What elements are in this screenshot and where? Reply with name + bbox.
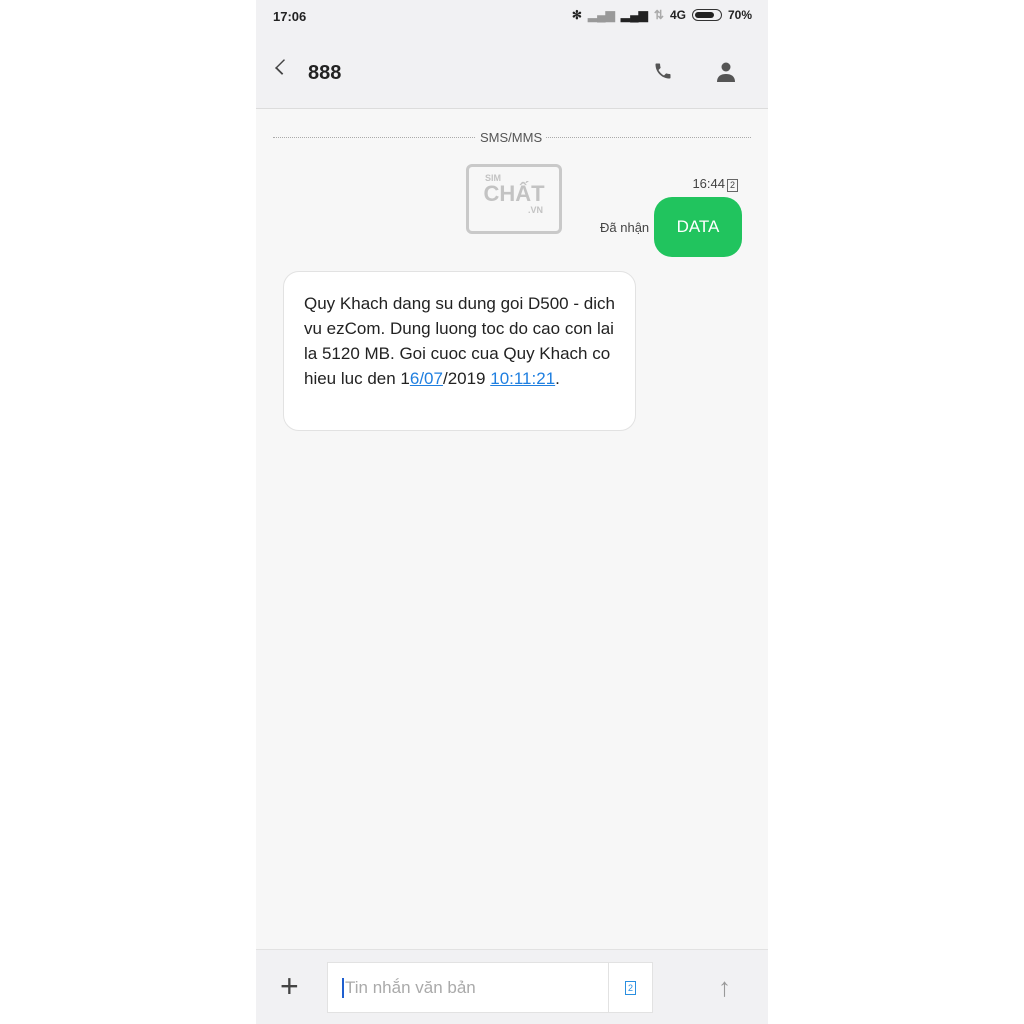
send-arrow-icon[interactable]: ↑ — [718, 972, 731, 1003]
bluetooth-icon: ✻ — [571, 8, 582, 22]
sent-time: 16:44 — [692, 176, 725, 191]
add-attachment-icon[interactable]: + — [280, 970, 299, 1002]
date-link[interactable]: 6/07 — [410, 369, 443, 388]
input-placeholder: Tin nhắn văn bản — [345, 977, 476, 997]
data-arrows-icon: ⇅ — [653, 8, 664, 22]
delivery-status: Đã nhận — [600, 220, 650, 235]
signal-icon-2: ▂▄▆ — [620, 8, 648, 22]
message-text-2: /2019 — [442, 369, 491, 388]
conversation-title: 888 — [308, 62, 342, 84]
received-message-bubble[interactable]: Quy Khach dang su dung goi D500 - dich v… — [283, 271, 636, 431]
network-type: 4G — [669, 8, 686, 22]
sim-icon: 2 — [625, 980, 636, 995]
status-time: 17:06 — [273, 9, 307, 24]
phone-screen: 17:06 ✻ ▂▄▆ ▂▄▆ ⇅ 4G 70% 888 SMS/MMS SIM… — [256, 0, 768, 1024]
sim-select-button[interactable]: 2 — [608, 963, 652, 1012]
message-input[interactable]: Tin nhắn văn bản 2 — [327, 962, 653, 1013]
signal-icon: ▂▄▆ — [587, 8, 615, 22]
battery-icon — [691, 9, 722, 21]
sent-timestamp: 16:44 2 — [692, 176, 738, 192]
status-icons: ✻ ▂▄▆ ▂▄▆ ⇅ 4G 70% — [572, 8, 752, 22]
back-icon[interactable] — [275, 59, 291, 75]
watermark-logo: SIM CHẤT .VN — [466, 164, 562, 234]
composer-bar: + Tin nhắn văn bản 2 ↑ — [256, 949, 768, 1024]
message-text-3: . — [555, 369, 560, 388]
separator-label: SMS/MMS — [476, 130, 547, 145]
phone-icon[interactable] — [653, 61, 673, 86]
time-link[interactable]: 10:11:21 — [490, 369, 555, 388]
top-bar: 17:06 ✻ ▂▄▆ ▂▄▆ ⇅ 4G 70% 888 — [256, 0, 768, 109]
sent-message-bubble[interactable]: DATA — [654, 197, 742, 257]
text-caret — [342, 977, 344, 998]
contact-icon[interactable] — [717, 62, 735, 87]
sim-icon: 2 — [727, 179, 738, 192]
battery-percent: 70% — [727, 8, 752, 22]
